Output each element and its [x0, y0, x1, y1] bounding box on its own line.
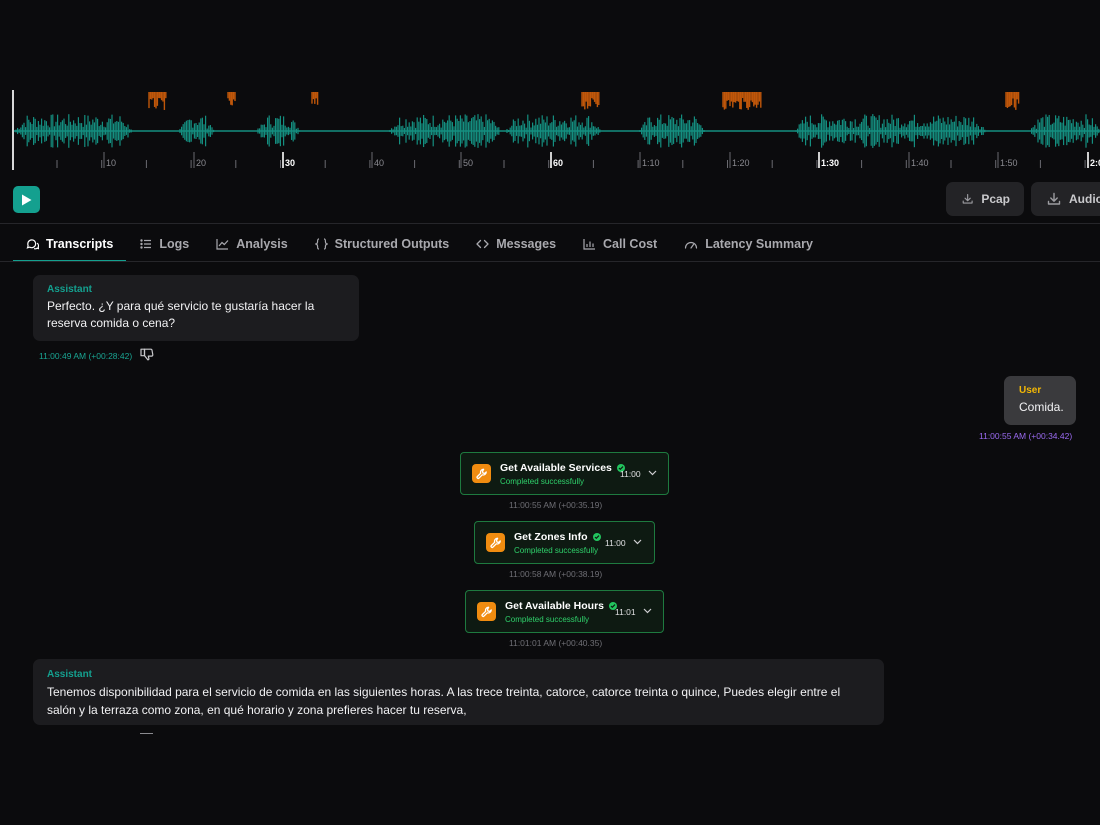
- message-timestamp: 11:00:55 AM (+00:34.42): [979, 431, 1073, 441]
- assistant-message: Assistant Tenemos disponibilidad para el…: [33, 659, 884, 725]
- chevron-down-icon[interactable]: [633, 539, 642, 545]
- line-chart-icon: [216, 239, 229, 250]
- tick-label: 2:0: [1090, 158, 1100, 168]
- bar-chart-icon: [583, 239, 596, 250]
- message-text: Perfecto. ¿Y para qué servicio te gustar…: [47, 299, 315, 330]
- check-circle-icon: [592, 532, 601, 541]
- play-button[interactable]: [13, 186, 40, 213]
- tick-label: 60: [553, 158, 563, 168]
- tick-label: 1:10: [642, 158, 660, 168]
- tool-timestamp: 11:00:58 AM (+00:38.19): [509, 569, 603, 579]
- tab-label: Call Cost: [603, 237, 658, 251]
- gauge-icon: [685, 241, 698, 249]
- tab-label: Messages: [496, 237, 557, 251]
- tick-label: 10: [106, 158, 116, 168]
- user-message: User Comida.: [1004, 376, 1076, 425]
- tool-title: Get Available Hours: [505, 599, 605, 612]
- tool-time: 11:01: [615, 607, 636, 617]
- download-audio-button[interactable]: Audio: [1031, 182, 1100, 216]
- waveform-segment: [506, 114, 601, 148]
- wrench-icon: [477, 602, 496, 621]
- waveform-segment: [795, 114, 986, 148]
- tick-label: 1:30: [821, 158, 839, 168]
- tool-status: Completed successfully: [505, 614, 590, 624]
- message-role: Assistant: [47, 669, 93, 680]
- message-text: Tenemos disponibilidad para el servicio …: [47, 685, 841, 717]
- chevron-down-icon[interactable]: [643, 608, 652, 614]
- assistant-message: Assistant Perfecto. ¿Y para qué servicio…: [33, 275, 359, 341]
- tool-timestamp: 11:00:55 AM (+00:35.19): [509, 500, 603, 510]
- tick-label: 20: [196, 158, 206, 168]
- tool-call-card[interactable]: Get Zones Info Completed successfully 11…: [474, 521, 655, 564]
- waveform-segment: [639, 114, 705, 148]
- waveform-marker: [1005, 92, 1020, 110]
- tool-title: Get Available Services: [500, 461, 612, 474]
- tool-call-card[interactable]: Get Available Hours Completed successful…: [465, 590, 664, 633]
- tick-label: 50: [463, 158, 473, 168]
- message-timestamp: 11:00:49 AM (+00:28:42): [39, 351, 133, 361]
- download-pcap-button[interactable]: Pcap: [946, 182, 1024, 216]
- tick-label: 30: [285, 158, 295, 168]
- tab-structured-outputs[interactable]: Structured Outputs: [301, 226, 463, 262]
- download-icon: [962, 193, 973, 204]
- tick-label: 1:50: [1000, 158, 1018, 168]
- tab-label: Latency Summary: [705, 237, 813, 251]
- waveform-marker: [311, 92, 319, 105]
- wrench-icon: [486, 533, 505, 552]
- playhead[interactable]: [12, 90, 14, 170]
- tab-analysis[interactable]: Analysis: [202, 226, 300, 262]
- divider: [140, 733, 153, 734]
- divider: [0, 261, 1100, 262]
- tab-label: Structured Outputs: [334, 237, 450, 251]
- message-text: Comida.: [1019, 400, 1064, 414]
- message-role: Assistant: [47, 284, 93, 295]
- tool-call-card[interactable]: Get Available Services Completed success…: [460, 452, 669, 495]
- pcap-label: Pcap: [981, 192, 1010, 206]
- chevron-down-icon[interactable]: [648, 470, 657, 476]
- message-role: User: [1019, 385, 1042, 396]
- tab-label: Logs: [159, 237, 190, 251]
- tab-transcripts[interactable]: Transcripts: [13, 226, 127, 262]
- waveform-marker: [227, 92, 236, 106]
- tab-latency-summary[interactable]: Latency Summary: [670, 226, 826, 262]
- tab-messages[interactable]: Messages: [462, 226, 569, 262]
- tick-label: 1:20: [732, 158, 750, 168]
- code-icon: [476, 239, 489, 249]
- waveform-segment: [389, 114, 500, 148]
- play-icon: [22, 194, 32, 205]
- tab-label: Analysis: [236, 237, 288, 251]
- chat-bubbles-icon: [26, 238, 39, 249]
- tick-label: 40: [374, 158, 384, 168]
- audio-waveform[interactable]: 10 20 30 40 50 60 1:10 1:20 1:30 1:40 1:50 2:0: [0, 80, 1100, 175]
- waveform-segment: [257, 115, 301, 147]
- tab-logs[interactable]: Logs: [126, 226, 202, 262]
- tool-status: Completed successfully: [514, 545, 599, 555]
- tick-label: 1:40: [911, 158, 929, 168]
- tool-time: 11:00: [605, 538, 626, 548]
- list-icon: [140, 239, 152, 249]
- tab-label: Transcripts: [46, 237, 114, 251]
- tab-call-cost[interactable]: Call Cost: [569, 226, 670, 262]
- divider: [0, 223, 1100, 224]
- audio-label: Audio: [1069, 192, 1100, 206]
- tool-timestamp: 11:01:01 AM (+00:40.35): [509, 638, 603, 648]
- wrench-icon: [472, 464, 491, 483]
- tool-status: Completed successfully: [500, 476, 585, 486]
- braces-icon: [314, 238, 328, 250]
- thumbs-down-icon[interactable]: [140, 348, 155, 362]
- waveform-marker: [581, 92, 600, 110]
- tool-time: 11:00: [620, 469, 641, 479]
- waveform-segment: [15, 114, 132, 148]
- waveform-marker: [722, 92, 762, 110]
- tool-title: Get Zones Info: [514, 530, 588, 543]
- waveform-marker: [148, 92, 167, 110]
- download-icon: [1047, 192, 1061, 205]
- tab-bar: Transcripts Logs Analysis Structured Out…: [13, 226, 826, 262]
